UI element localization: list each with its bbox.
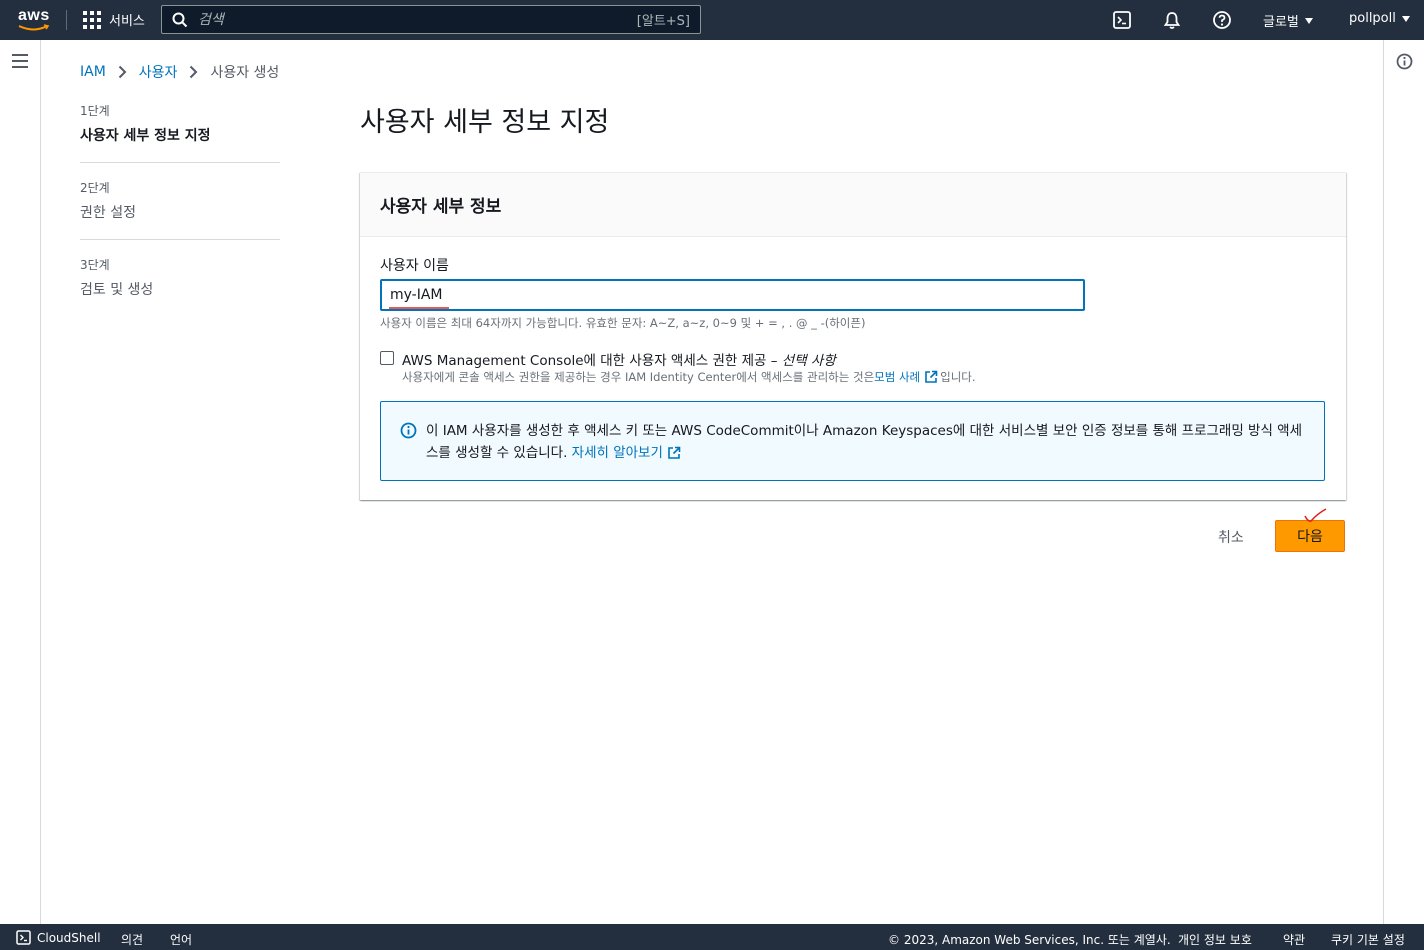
user-details-panel: 사용자 세부 정보 사용자 이름 사용자 이름은 최대 64자까지 가능합니다.… xyxy=(360,172,1346,500)
search-shortcut-hint: [알트+S] xyxy=(636,14,690,29)
caret-down-icon xyxy=(1401,15,1410,22)
console-access-label[interactable]: AWS Management Console에 대한 사용자 액세스 권한 제공… xyxy=(402,349,836,369)
external-link-icon xyxy=(925,370,938,383)
aws-logo[interactable]: aws xyxy=(18,8,52,34)
checkmark-annotation-icon xyxy=(1304,508,1327,522)
spellcheck-underline xyxy=(389,307,449,309)
username-label: 사용자 이름 xyxy=(380,258,449,274)
external-link-icon xyxy=(668,446,681,459)
step-number: 1단계 xyxy=(80,104,110,118)
top-navigation: aws 서비스 [알트+S] 글로벌 pollp xyxy=(0,0,1424,40)
nav-divider xyxy=(66,10,67,30)
cloudshell-icon[interactable] xyxy=(16,930,31,945)
aws-smile-icon xyxy=(18,24,50,31)
chevron-right-icon xyxy=(118,65,127,79)
caret-down-icon xyxy=(1304,17,1313,24)
alert-text: 이 IAM 사용자를 생성한 후 액세스 키 또는 AWS CodeCommit… xyxy=(426,420,1306,464)
terms-link[interactable]: 약관 xyxy=(1283,931,1305,948)
cloudshell-link[interactable]: CloudShell xyxy=(37,931,101,945)
wizard-step-2: 2단계 권한 설정 xyxy=(80,179,280,240)
wizard-step-1: 1단계 사용자 세부 정보 지정 xyxy=(80,102,280,163)
username-input[interactable] xyxy=(380,279,1085,311)
info-panel-icon[interactable] xyxy=(1396,53,1413,70)
services-grid-icon xyxy=(83,10,101,29)
breadcrumb-current: 사용자 생성 xyxy=(210,65,280,81)
privacy-link[interactable]: 개인 정보 보호 xyxy=(1178,931,1252,948)
help-icon[interactable] xyxy=(1212,10,1232,30)
aws-logo-text: aws xyxy=(18,7,50,24)
wizard-steps: 1단계 사용자 세부 정보 지정 2단계 권한 설정 3단계 검토 및 생성 xyxy=(80,102,280,332)
bell-icon[interactable] xyxy=(1162,10,1182,30)
info-icon xyxy=(400,422,417,439)
region-selector[interactable]: 글로벌 xyxy=(1263,11,1313,30)
description-suffix: 입니다. xyxy=(940,370,976,384)
best-practices-link[interactable]: 모범 사례 xyxy=(874,369,920,385)
footer: CloudShell 의견 언어 © 2023, Amazon Web Serv… xyxy=(0,924,1424,950)
search-icon xyxy=(172,12,188,27)
account-menu[interactable]: pollpoll xyxy=(1349,11,1410,26)
step-label: 검토 및 생성 xyxy=(80,282,154,298)
username-hint: 사용자 이름은 최대 64자까지 가능합니다. 유효한 문자: A~Z, a~z… xyxy=(380,316,866,330)
services-menu-button[interactable]: 서비스 xyxy=(83,10,145,29)
left-rail xyxy=(0,40,41,924)
step-label: 사용자 세부 정보 지정 xyxy=(80,128,211,144)
feedback-link[interactable]: 의견 xyxy=(121,931,143,948)
wizard-step-3: 3단계 검토 및 생성 xyxy=(80,256,280,316)
region-label: 글로벌 xyxy=(1263,15,1299,30)
right-rail xyxy=(1383,40,1424,924)
search-input[interactable] xyxy=(198,11,637,28)
cloudshell-icon[interactable] xyxy=(1112,10,1132,30)
cancel-button[interactable]: 취소 xyxy=(1208,522,1254,552)
page-title: 사용자 세부 정보 지정 xyxy=(360,107,610,138)
step-number: 2단계 xyxy=(80,181,110,195)
breadcrumb-users[interactable]: 사용자 xyxy=(139,62,178,82)
breadcrumb: IAM 사용자 사용자 생성 xyxy=(80,62,279,82)
console-access-description: 사용자에게 콘솔 액세스 권한을 제공하는 경우 IAM Identity Ce… xyxy=(402,369,976,385)
step-number: 3단계 xyxy=(80,258,110,272)
step-label: 권한 설정 xyxy=(80,205,136,221)
info-alert: 이 IAM 사용자를 생성한 후 액세스 키 또는 AWS CodeCommit… xyxy=(380,401,1325,481)
learn-more-link[interactable]: 자세히 알아보기 xyxy=(572,442,663,464)
panel-title: 사용자 세부 정보 xyxy=(380,197,502,217)
alert-message: 이 IAM 사용자를 생성한 후 액세스 키 또는 AWS CodeCommit… xyxy=(426,423,1303,461)
chevron-right-icon xyxy=(190,65,198,79)
language-link[interactable]: 언어 xyxy=(170,931,192,948)
search-bar[interactable]: [알트+S] xyxy=(161,5,701,34)
panel-header: 사용자 세부 정보 xyxy=(360,173,1346,237)
breadcrumb-iam[interactable]: IAM xyxy=(80,64,106,80)
console-access-checkbox[interactable] xyxy=(380,351,394,365)
console-access-text: AWS Management Console에 대한 사용자 액세스 권한 제공… xyxy=(402,353,782,369)
copyright-text: © 2023, Amazon Web Services, Inc. 또는 계열사… xyxy=(888,933,1171,947)
services-label: 서비스 xyxy=(109,14,145,29)
optional-text: 선택 사항 xyxy=(781,353,836,369)
account-label: pollpoll xyxy=(1349,11,1396,26)
menu-icon[interactable] xyxy=(12,54,28,68)
description-prefix: 사용자에게 콘솔 액세스 권한을 제공하는 경우 IAM Identity Ce… xyxy=(402,370,875,384)
cookie-preferences-link[interactable]: 쿠키 기본 설정 xyxy=(1331,931,1405,948)
